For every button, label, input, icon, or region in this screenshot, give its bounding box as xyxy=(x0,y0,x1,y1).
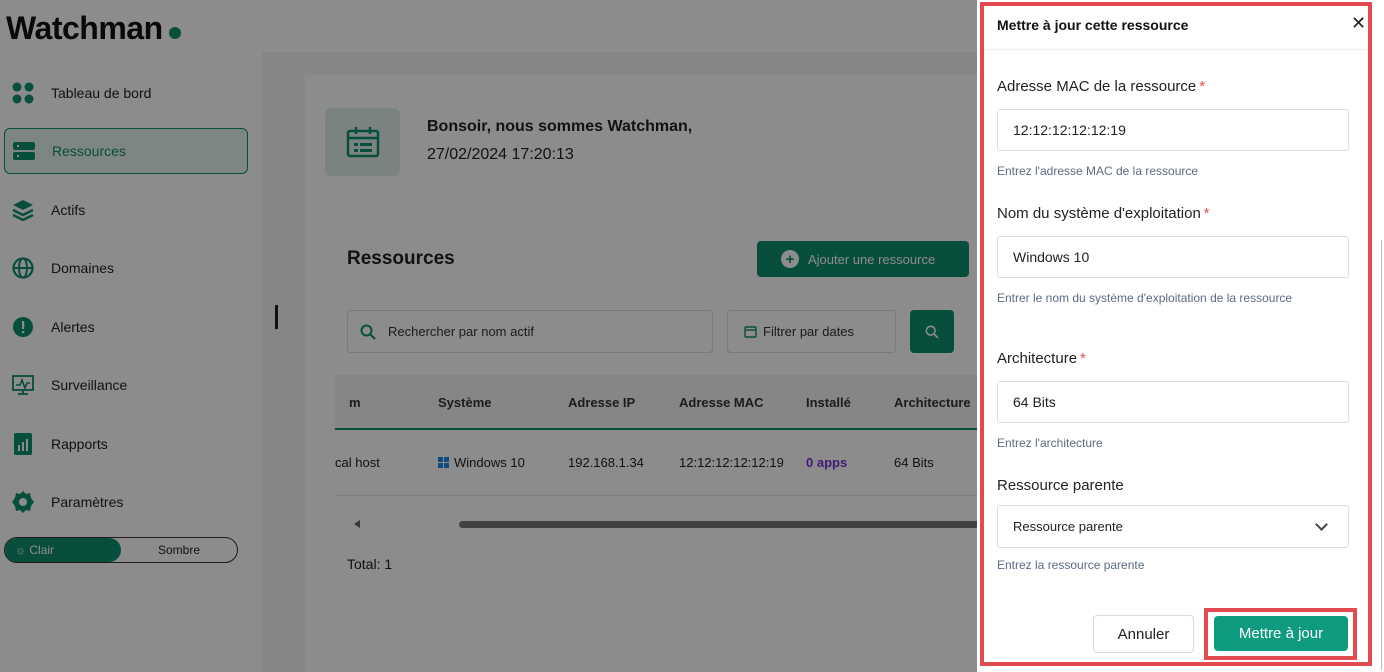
os-help: Entrer le nom du système d'exploitation … xyxy=(997,291,1293,305)
cancel-button[interactable]: Annuler xyxy=(1093,615,1194,653)
mac-help: Entrez l'adresse MAC de la ressource xyxy=(997,164,1199,178)
mac-label: Adresse MAC de la ressource * xyxy=(997,78,1206,95)
arch-label: Architecture * xyxy=(997,350,1086,367)
chevron-down-icon xyxy=(1315,518,1328,531)
drawer-header: Mettre à jour cette ressource ✕ xyxy=(984,6,1370,50)
mac-address-input[interactable] xyxy=(997,109,1349,151)
os-label: Nom du système d'exploitation * xyxy=(997,205,1210,222)
drawer-scroll-edge xyxy=(1381,240,1382,670)
arch-help: Entrez l'architecture xyxy=(997,436,1103,450)
architecture-input[interactable] xyxy=(997,381,1349,423)
os-name-input[interactable] xyxy=(997,236,1349,278)
parent-resource-select[interactable]: Ressource parente xyxy=(997,505,1349,548)
update-button[interactable]: Mettre à jour xyxy=(1214,616,1348,651)
close-icon[interactable]: ✕ xyxy=(1351,14,1366,32)
drawer-title: Mettre à jour cette ressource xyxy=(997,17,1189,33)
parent-help: Entrez la ressource parente xyxy=(997,558,1145,572)
parent-label: Ressource parente xyxy=(997,477,1124,494)
